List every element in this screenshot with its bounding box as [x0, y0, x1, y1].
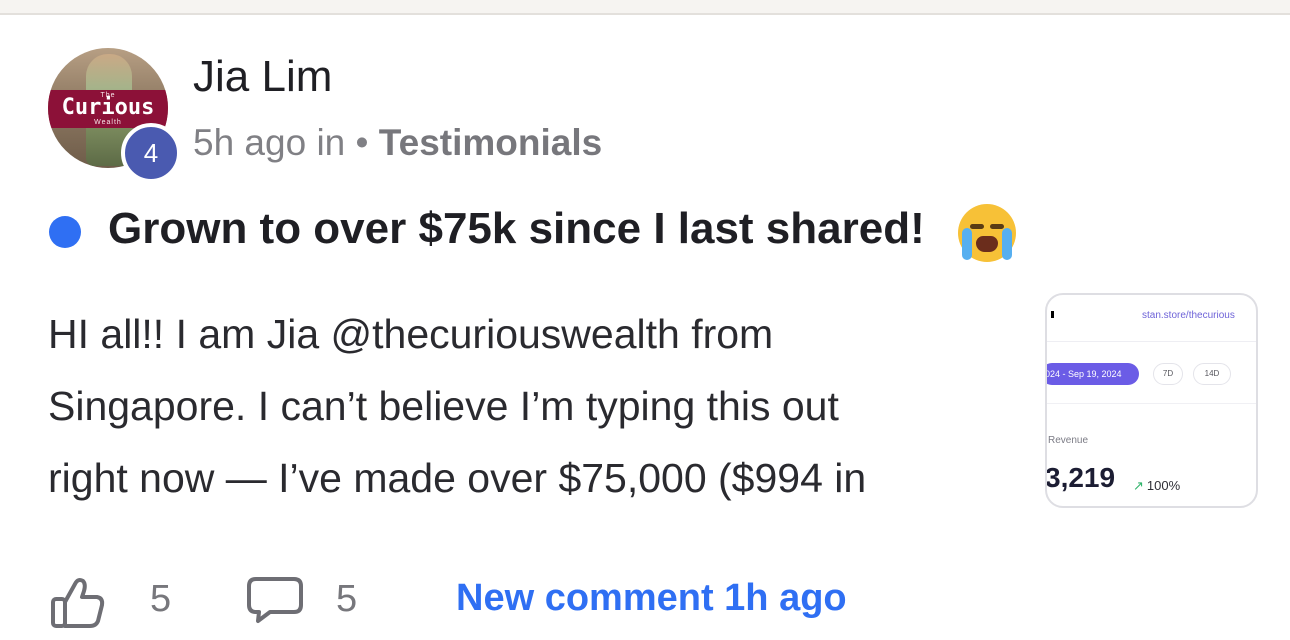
- trend-up-icon: ↗: [1133, 478, 1144, 493]
- thumb-divider: [1047, 341, 1256, 342]
- emoji-mouth: [976, 236, 998, 252]
- thumb-revenue-value: 3,219: [1045, 462, 1116, 493]
- post-time: 5h ago in: [193, 122, 346, 163]
- thumb-trend-value: 100%: [1146, 478, 1181, 493]
- comment-icon: [247, 577, 303, 623]
- post-title[interactable]: Grown to over $75k since I last shared!: [108, 204, 925, 254]
- thumb-trend: ↗ 100%: [1133, 478, 1180, 494]
- post-body-line: right now — I’ve made over $75,000 ($994…: [48, 455, 867, 501]
- meta-separator: •: [355, 122, 369, 163]
- thumb-revenue-label: l Revenue: [1045, 435, 1089, 446]
- unread-dot: [49, 216, 81, 248]
- thumb-url: stan.store/thecurious: [1142, 310, 1235, 321]
- top-divider: [0, 0, 1290, 15]
- post-body-line: HI all!! I am Jia @thecuriouswealth from: [48, 311, 774, 357]
- comment-count: 5: [336, 578, 358, 620]
- emoji-eye-left: [970, 224, 984, 229]
- thumb-logo-mark: [1051, 311, 1054, 318]
- crying-face-icon: [958, 204, 1016, 262]
- space-link[interactable]: Testimonials: [379, 122, 602, 163]
- thumb-divider: [1047, 403, 1256, 404]
- emoji-eye-right: [990, 224, 1004, 229]
- post-meta: 5h ago in • Testimonials: [193, 122, 602, 164]
- post-body[interactable]: HI all!! I am Jia @thecuriouswealth from…: [48, 298, 1008, 514]
- level-badge: 4: [121, 123, 181, 183]
- post-body-line: Singapore. I can’t believe I’m typing th…: [48, 383, 839, 429]
- thumb-chip-14d: 14D: [1193, 363, 1231, 385]
- avatar-logo-main: Curious: [61, 95, 155, 120]
- new-comment-link[interactable]: New comment 1h ago: [456, 577, 847, 620]
- like-count: 5: [150, 578, 172, 620]
- post-thumbnail[interactable]: stan.store/thecurious 024 - Sep 19, 2024…: [1045, 293, 1258, 508]
- thumb-date-range: 024 - Sep 19, 2024: [1047, 363, 1139, 385]
- thumb-chip-7d: 7D: [1153, 363, 1183, 385]
- author-name[interactable]: Jia Lim: [193, 52, 332, 102]
- thumbs-up-icon: [51, 578, 105, 628]
- emoji-tear-left: [962, 228, 972, 260]
- emoji-tear-right: [1002, 228, 1012, 260]
- like-button[interactable]: [50, 575, 106, 629]
- comment-button[interactable]: [246, 576, 304, 624]
